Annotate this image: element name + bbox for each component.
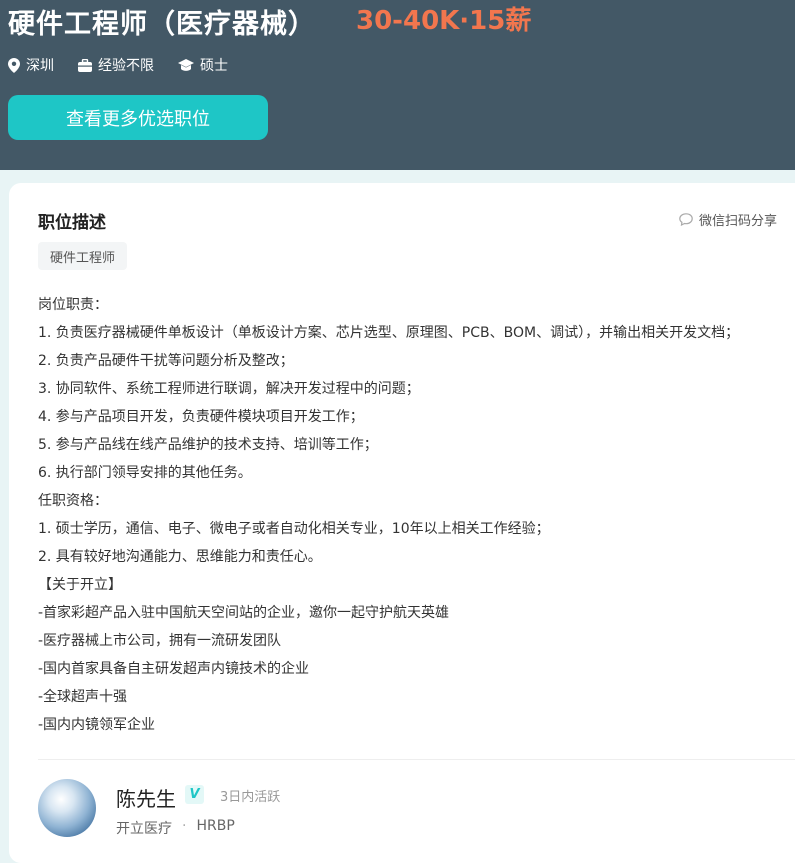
location-label: 深圳 [26,58,54,74]
experience-label: 经验不限 [98,58,154,74]
description-line: -首家彩超产品入驻中国航天空间站的企业，邀你一起守护航天英雄 [38,605,450,621]
recruiter-role: HRBP [196,818,235,834]
job-meta: 深圳 经验不限 硕士 [8,54,252,76]
description-line: 【关于开立】 [38,577,122,593]
description-line: 1. 负责医疗器械硬件单板设计（单板设计方案、芯片选型、原理图、PCB、BOM、… [38,325,740,341]
chat-bubble-icon [679,213,693,226]
activity-status: 3日内活跃 [220,790,281,805]
recruiter-avatar[interactable] [38,779,96,837]
description-line: -全球超声十强 [38,689,128,705]
share-label: 微信扫码分享 [699,214,778,229]
location-pin-icon [8,57,20,73]
salary: 30-40K·15薪 [356,6,532,36]
description-body: 岗位职责： 1. 负责医疗器械硬件单板设计（单板设计方案、芯片选型、原理图、PC… [38,291,795,739]
briefcase-icon [78,58,92,72]
education-item: 硕士 [178,55,228,75]
description-line: 3. 协同软件、系统工程师进行联调，解决开发过程中的问题； [38,381,420,397]
recruiter-company: 开立医疗 [116,821,172,837]
divider [38,759,795,760]
verified-badge: V [185,785,204,804]
more-jobs-button[interactable]: 查看更多优选职位 [8,95,268,140]
job-description-card: 职位描述 微信扫码分享 硬件工程师 岗位职责： 1. 负责医疗器械硬件单板设计（… [9,183,795,863]
description-line: 4. 参与产品项目开发，负责硬件模块项目开发工作； [38,409,364,425]
description-line: 6. 执行部门领导安排的其他任务。 [38,465,252,481]
separator-dot: · [182,818,187,834]
education-label: 硕士 [200,58,228,74]
job-header: 硬件工程师（医疗器械） 30-40K·15薪 深圳 经验不限 硕士 查看更多优选… [0,0,795,170]
description-line: -国内首家具备自主研发超声内镜技术的企业 [38,661,310,677]
description-line: 2. 具有较好地沟通能力、思维能力和责任心。 [38,549,322,565]
graduation-cap-icon [178,58,194,71]
description-line: 2. 负责产品硬件干扰等问题分析及整改； [38,353,294,369]
description-line: -国内内镜领军企业 [38,717,156,733]
job-title: 硬件工程师（医疗器械） [8,9,316,40]
description-line: 1. 硕士学历，通信、电子、微电子或者自动化相关专业，10年以上相关工作经验； [38,521,550,537]
section-title: 职位描述 [38,213,106,233]
description-line: -医疗器械上市公司，拥有一流研发团队 [38,633,282,649]
description-line: 岗位职责： [38,297,108,313]
skill-tag: 硬件工程师 [38,242,128,270]
experience-item: 经验不限 [78,55,154,75]
recruiter-name: 陈先生 [116,787,176,811]
location-item: 深圳 [8,55,54,75]
wechat-share-link[interactable]: 微信扫码分享 [679,210,777,229]
description-line: 5. 参与产品线在线产品维护的技术支持、培训等工作； [38,437,378,453]
description-line: 任职资格： [38,493,108,509]
recruiter-company-line: 开立医疗 · HRBP [116,818,235,838]
